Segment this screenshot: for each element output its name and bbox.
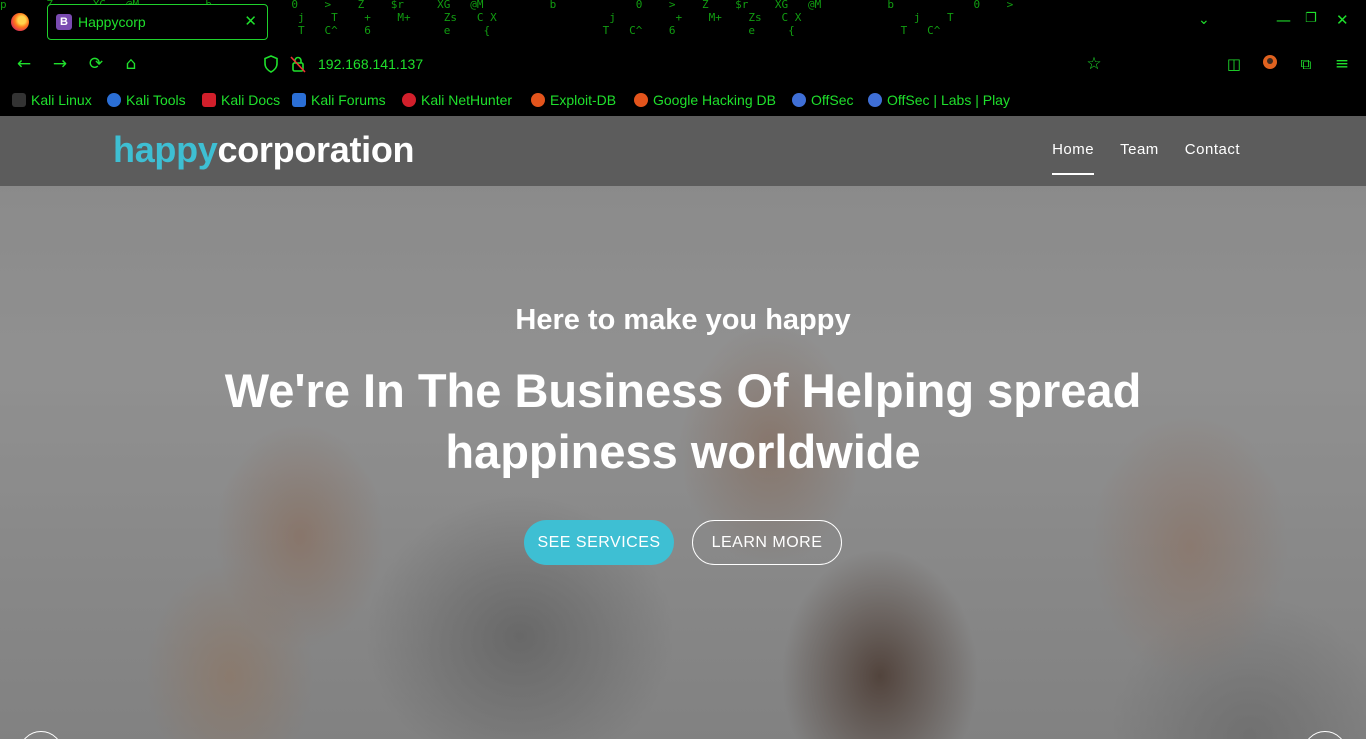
forward-icon[interactable]: →: [50, 54, 70, 74]
kali-tools-icon: [107, 93, 121, 107]
bookmark-exploit-db[interactable]: Exploit-DB: [531, 91, 616, 109]
minimize-window-icon[interactable]: —: [1276, 11, 1291, 29]
browser-tab-bar: p Z XG @M b 0 > Z $r XG @M b 0 > Z $r XG…: [0, 0, 1366, 44]
bookmark-label: Kali Tools: [126, 92, 186, 108]
bookmark-label: Google Hacking DB: [653, 92, 776, 108]
bookmark-kali-nethunter[interactable]: Kali NetHunter: [402, 91, 512, 109]
nethunter-icon: [402, 93, 416, 107]
bookmark-kali-tools[interactable]: Kali Tools: [107, 91, 186, 109]
logo-happy: happy: [113, 129, 218, 170]
web-page: happycorporation Home Team Contact Here …: [0, 116, 1366, 739]
hero-title-line-2: happiness worldwide: [445, 425, 921, 478]
hero-title-line-1: We're In The Business Of Helping spread: [224, 364, 1142, 417]
pocket-icon[interactable]: ◫: [1224, 54, 1244, 74]
bookmark-label: Kali Docs: [221, 92, 281, 108]
tab-title: Happycorp: [78, 14, 146, 30]
hero-title: We're In The Business Of Helping spread …: [183, 360, 1183, 482]
close-window-icon[interactable]: ✕: [1336, 11, 1349, 29]
navigation-toolbar: ← → ⟳ ⌂ ☆ ◫ ⧉ ≡: [0, 44, 1366, 84]
kali-forums-icon: [292, 93, 306, 107]
bookmark-offsec-labs[interactable]: OffSec | Labs | Play: [868, 91, 1010, 109]
url-bar[interactable]: 192.168.141.137: [318, 56, 423, 72]
main-menu: Home Team Contact: [1052, 141, 1240, 175]
close-tab-icon[interactable]: ✕: [244, 12, 257, 30]
site-header: happycorporation Home Team Contact: [0, 116, 1366, 186]
offsec-icon: [792, 93, 806, 107]
bootstrap-favicon-icon: B: [56, 14, 72, 30]
bookmark-kali-docs[interactable]: Kali Docs: [202, 91, 280, 109]
maximize-window-icon[interactable]: ❐: [1305, 11, 1317, 26]
hero-subtitle: Here to make you happy: [515, 304, 851, 336]
offsec-labs-icon: [868, 93, 882, 107]
exploit-db-icon: [531, 93, 545, 107]
active-tab[interactable]: B Happycorp ✕: [47, 4, 268, 40]
bookmark-kali-linux[interactable]: Kali Linux: [12, 91, 92, 109]
bookmark-label: Kali Forums: [311, 92, 386, 108]
site-logo[interactable]: happycorporation: [113, 129, 415, 171]
list-all-tabs-icon[interactable]: ⌄: [1198, 12, 1210, 28]
menu-team[interactable]: Team: [1120, 141, 1159, 158]
kali-dragon-icon: [12, 93, 26, 107]
firefox-icon[interactable]: [11, 13, 29, 31]
kali-docs-icon: [202, 93, 216, 107]
bookmark-offsec[interactable]: OffSec: [792, 91, 854, 109]
bookmark-label: Exploit-DB: [550, 92, 617, 108]
see-services-button[interactable]: SEE SERVICES: [524, 520, 674, 565]
bookmark-label: Kali Linux: [31, 92, 92, 108]
back-icon[interactable]: ←: [14, 54, 34, 74]
bookmark-kali-forums[interactable]: Kali Forums: [292, 91, 386, 109]
reload-icon[interactable]: ⟳: [86, 54, 106, 74]
ghdb-icon: [634, 93, 648, 107]
profile-avatar-icon[interactable]: [1260, 54, 1280, 74]
menu-home[interactable]: Home: [1052, 141, 1095, 175]
tracking-shield-icon[interactable]: [263, 55, 279, 73]
bookmark-google-hacking-db[interactable]: Google Hacking DB: [634, 91, 776, 109]
bookmarks-toolbar: Kali Linux Kali Tools Kali Docs Kali For…: [0, 84, 1366, 116]
bookmark-label: Kali NetHunter: [421, 92, 513, 108]
extensions-icon[interactable]: ⧉: [1296, 54, 1316, 74]
bookmark-label: OffSec | Labs | Play: [887, 92, 1010, 108]
menu-hamburger-icon[interactable]: ≡: [1332, 54, 1352, 74]
home-icon[interactable]: ⌂: [121, 54, 141, 74]
bookmark-star-icon[interactable]: ☆: [1084, 54, 1104, 74]
learn-more-button[interactable]: LEARN MORE: [692, 520, 842, 565]
bookmark-label: OffSec: [811, 92, 854, 108]
menu-contact[interactable]: Contact: [1185, 141, 1240, 158]
insecure-lock-icon[interactable]: [290, 55, 306, 73]
logo-corporation: corporation: [217, 129, 415, 170]
